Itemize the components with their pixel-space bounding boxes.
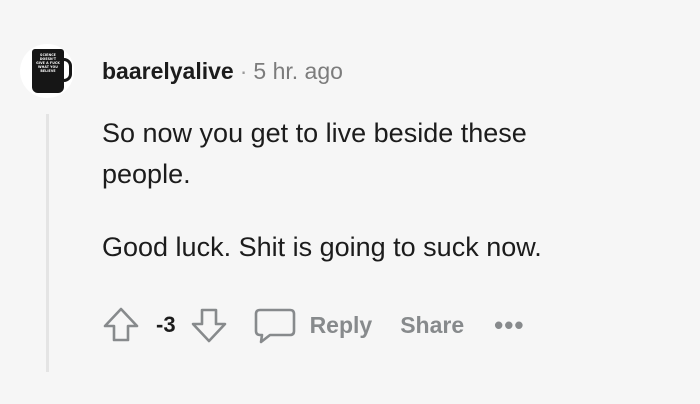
comment-body: So now you get to live beside these peop… <box>102 113 662 268</box>
timestamp[interactable]: 5 hr. ago <box>253 58 343 84</box>
downvote-icon[interactable] <box>188 304 230 346</box>
speech-bubble-icon <box>252 304 298 346</box>
comment-paragraph: So now you get to live beside these peop… <box>102 118 527 189</box>
share-button[interactable]: Share <box>400 312 464 339</box>
comment-actions: -3 Reply Share ••• <box>100 303 524 347</box>
comment-paragraph: Good luck. Shit is going to suck now. <box>102 232 542 262</box>
comment-meta: baarelyalive · 5 hr. ago <box>102 56 343 86</box>
mug-caption-line: BELIEVE <box>40 69 56 73</box>
comment: SCIENCE DOESN'T GIVE A FUCK WHAT YOU BEL… <box>0 0 700 404</box>
upvote-icon[interactable] <box>100 304 142 346</box>
reply-button[interactable]: Reply <box>252 304 373 346</box>
more-options-icon[interactable]: ••• <box>494 310 524 341</box>
username[interactable]: baarelyalive <box>102 58 234 84</box>
reply-label: Reply <box>309 311 373 338</box>
avatar[interactable]: SCIENCE DOESN'T GIVE A FUCK WHAT YOU BEL… <box>20 44 74 98</box>
vote-score: -3 <box>156 312 176 337</box>
mug-caption: SCIENCE DOESN'T GIVE A FUCK WHAT YOU BEL… <box>34 53 62 73</box>
meta-separator: · <box>239 58 248 84</box>
thread-line[interactable] <box>46 114 49 372</box>
